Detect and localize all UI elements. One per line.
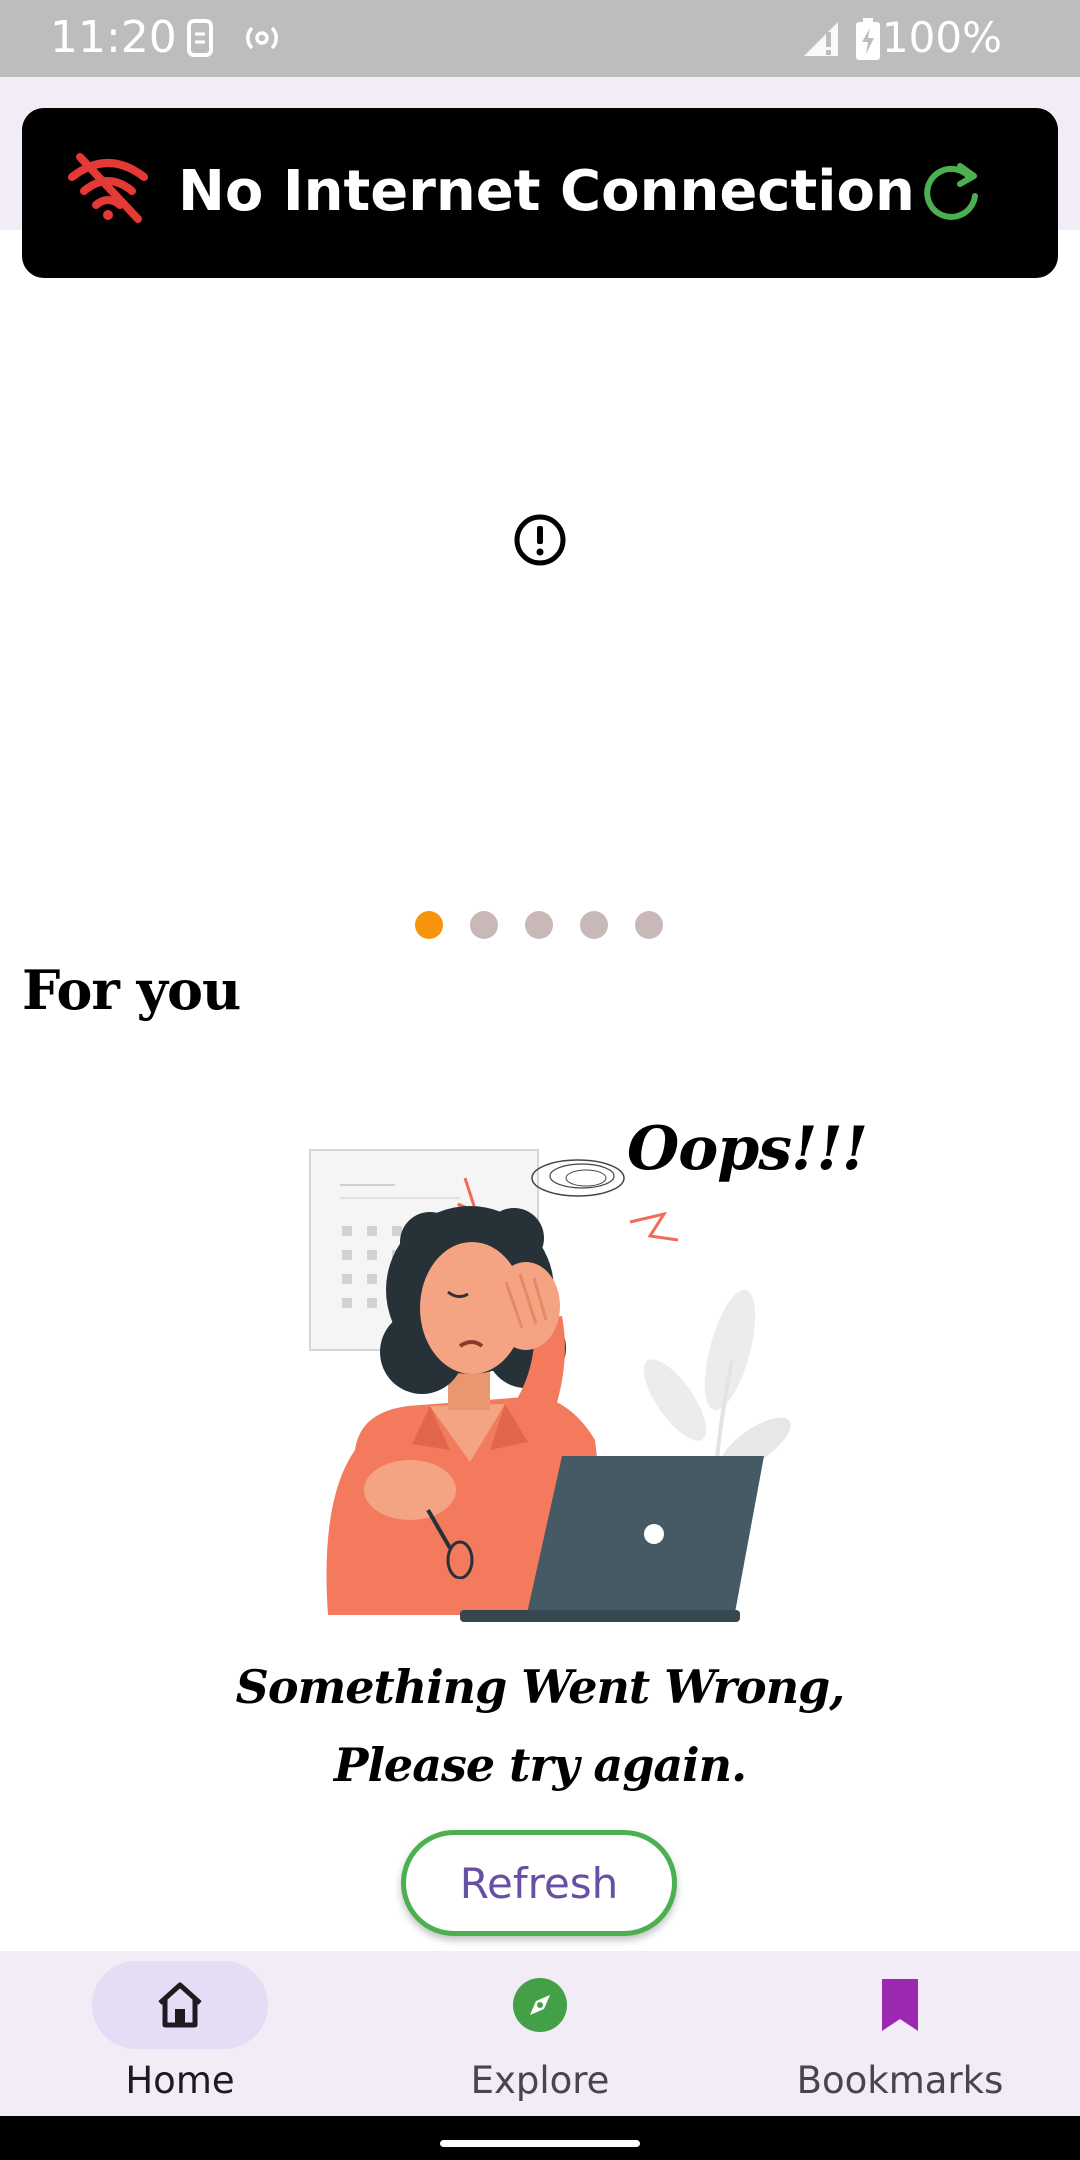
bottom-navigation: Home Explore Bookmarks [0,1951,1080,2116]
carousel-dot[interactable] [470,911,498,939]
signal-icon [800,18,840,63]
bookmark-icon [870,1975,930,2040]
compass-icon [510,1975,570,2040]
status-bar: 11:20 100% [0,0,1080,77]
carousel-dot[interactable] [525,911,553,939]
home-icon [150,1975,210,2040]
no-internet-banner: No Internet Connection [22,108,1058,278]
carousel-dot[interactable] [580,911,608,939]
banner-message: No Internet Connection [178,159,915,224]
section-title: For you [22,958,241,1022]
refresh-icon[interactable] [918,158,984,229]
error-illustration [300,1110,820,1635]
status-time: 11:20 [50,12,177,63]
nav-item-explore[interactable]: Explore [360,1951,720,2116]
error-circle-icon [512,512,568,573]
nav-label: Bookmarks [796,2059,1004,2102]
nav-item-bookmarks[interactable]: Bookmarks [720,1951,1080,2116]
error-message-line2: Please try again. [333,1738,747,1792]
oops-caption: Oops!!! [627,1114,868,1184]
sim-icon [186,18,214,63]
carousel-dot[interactable] [415,911,443,939]
system-navigation-bar [0,2116,1080,2160]
error-message-line1: Something Went Wrong, [235,1660,846,1714]
battery-percentage: 100% [881,13,1002,62]
wifi-off-icon [68,153,148,228]
refresh-button[interactable]: Refresh [401,1830,677,1936]
gesture-handle[interactable] [440,2140,640,2147]
battery-charging-icon [856,18,880,65]
carousel-indicator [415,911,663,939]
nav-label: Explore [470,2059,610,2102]
hotspot-icon [242,18,282,63]
carousel-dot[interactable] [635,911,663,939]
nav-label: Home [125,2059,235,2102]
nav-item-home[interactable]: Home [0,1951,360,2116]
